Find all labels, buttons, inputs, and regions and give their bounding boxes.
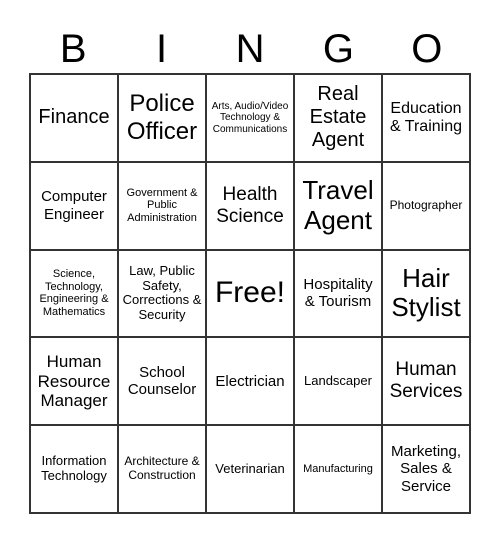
- header-letter-g: G: [322, 27, 354, 71]
- bingo-cell[interactable]: Police Officer: [118, 74, 206, 162]
- bingo-cell[interactable]: Arts, Audio/Video Technology & Communica…: [206, 74, 294, 162]
- free-space-cell[interactable]: Free!: [206, 249, 294, 338]
- bingo-cell[interactable]: Human Resource Manager: [30, 337, 118, 426]
- header-letter-i: I: [156, 27, 168, 71]
- bingo-cell[interactable]: Education & Training: [382, 74, 470, 162]
- bingo-cell[interactable]: Marketing, Sales & Service: [382, 425, 470, 513]
- bingo-header: B I N G O: [29, 24, 471, 74]
- bingo-cell[interactable]: Human Services: [382, 337, 470, 426]
- bingo-cell[interactable]: Manufacturing: [294, 425, 382, 513]
- bingo-cell[interactable]: Computer Engineer: [30, 161, 118, 250]
- header-letter-o: O: [411, 27, 443, 71]
- bingo-cell[interactable]: Finance: [30, 74, 118, 162]
- header-letter-b: B: [59, 27, 87, 71]
- bingo-cell[interactable]: Science, Technology, Engineering & Mathe…: [30, 249, 118, 338]
- bingo-cell[interactable]: Photographer: [382, 161, 470, 250]
- bingo-cell[interactable]: Architecture & Construction: [118, 425, 206, 513]
- bingo-cell[interactable]: Hair Stylist: [382, 249, 470, 338]
- bingo-cell[interactable]: Landscaper: [294, 337, 382, 426]
- bingo-cell[interactable]: Health Science: [206, 161, 294, 250]
- bingo-grid: Finance Police Officer Arts, Audio/Video…: [29, 73, 471, 514]
- bingo-cell[interactable]: Information Technology: [30, 425, 118, 513]
- bingo-cell[interactable]: Hospitality & Tourism: [294, 249, 382, 338]
- bingo-cell[interactable]: Real Estate Agent: [294, 74, 382, 162]
- bingo-cell[interactable]: Law, Public Safety, Corrections & Securi…: [118, 249, 206, 338]
- bingo-cell[interactable]: School Counselor: [118, 337, 206, 426]
- bingo-cell[interactable]: Veterinarian: [206, 425, 294, 513]
- bingo-cell[interactable]: Travel Agent: [294, 161, 382, 250]
- header-letter-n: N: [235, 27, 265, 71]
- bingo-cell[interactable]: Electrician: [206, 337, 294, 426]
- bingo-cell[interactable]: Government & Public Administration: [118, 161, 206, 250]
